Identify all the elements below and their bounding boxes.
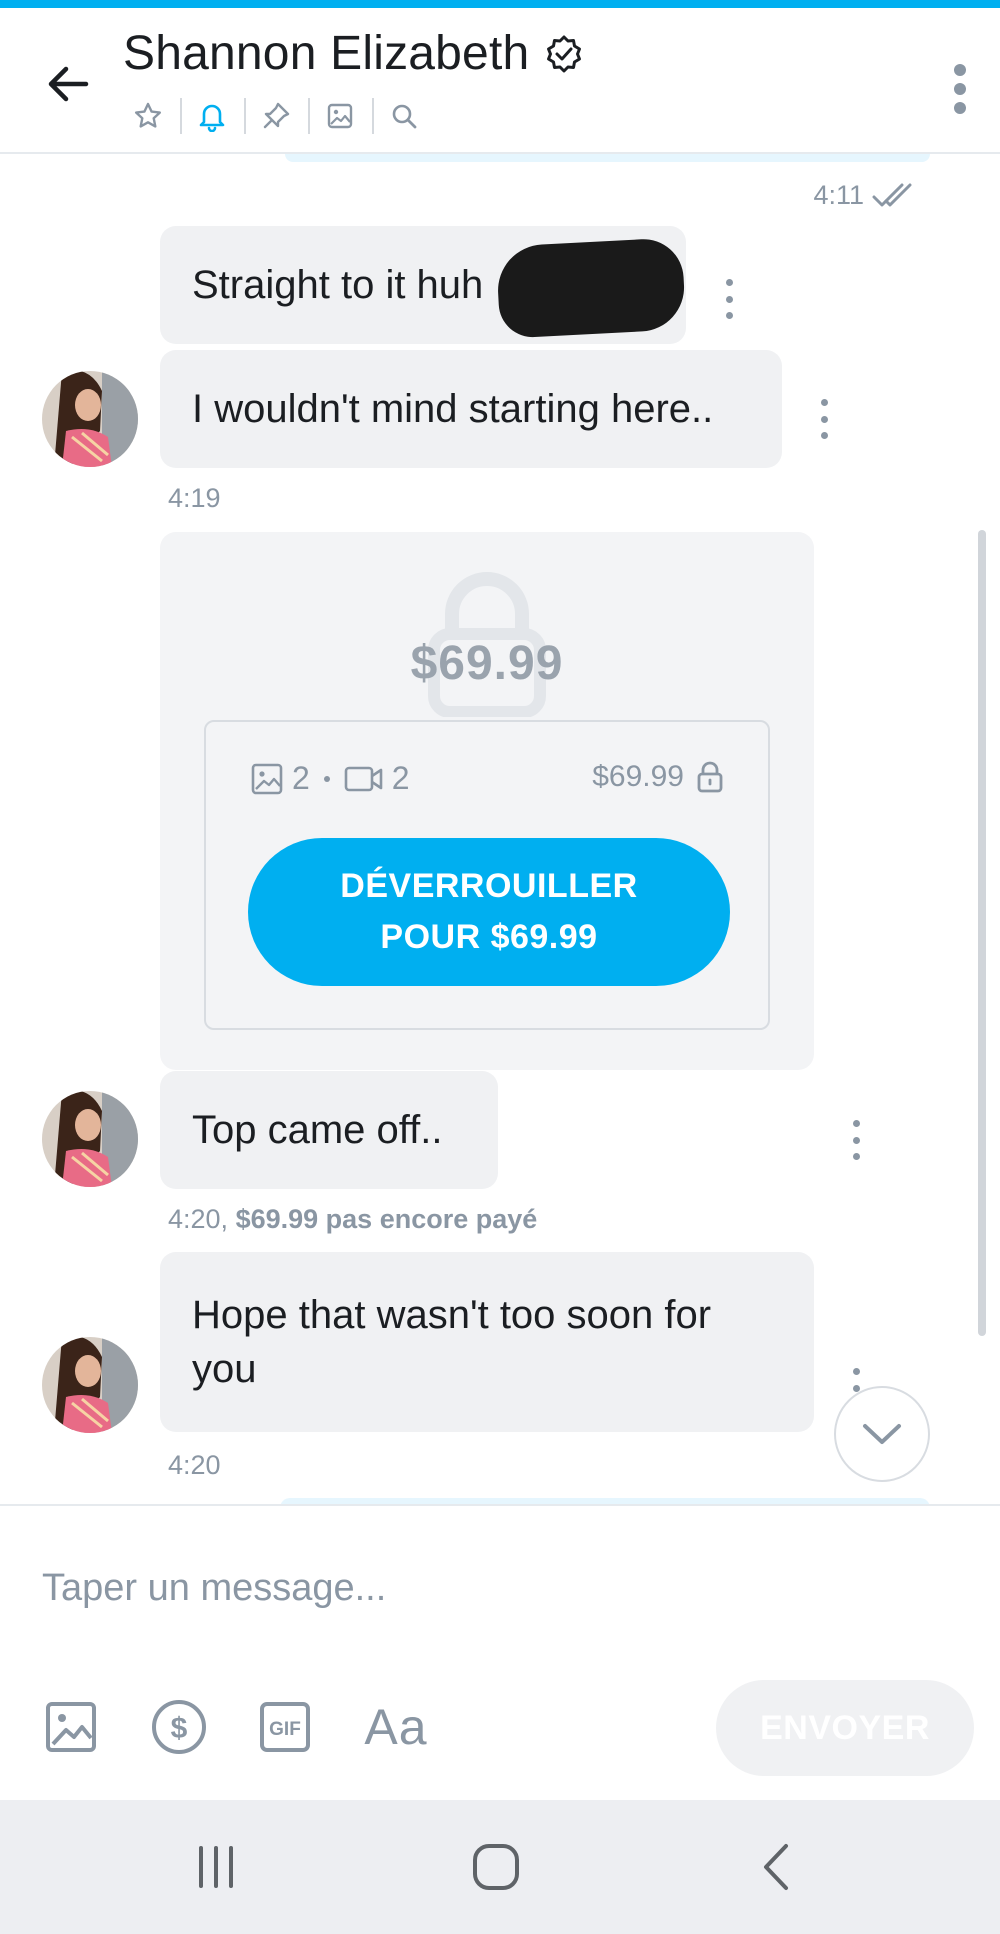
media-count: 2 2 bbox=[250, 760, 410, 797]
photo-count: 2 bbox=[292, 760, 310, 796]
sent-message-meta: 4:11 bbox=[813, 180, 922, 211]
arrow-left-icon bbox=[48, 66, 89, 102]
send-button[interactable]: ENVOYER bbox=[716, 1680, 974, 1776]
double-check-icon bbox=[872, 183, 912, 206]
bell-icon bbox=[199, 104, 225, 132]
pin-icon bbox=[263, 102, 290, 129]
recent-apps-icon bbox=[199, 1846, 233, 1888]
message-bubble[interactable]: I wouldn't mind starting here.. bbox=[160, 350, 782, 468]
unlock-label-line1: DÉVERROUILLER bbox=[340, 867, 638, 905]
locked-media-card: 2 2 $69.99 DÉVERROUILLER POUR $69.99 bbox=[204, 720, 770, 1030]
video-count: 2 bbox=[391, 760, 410, 796]
payment-status: $69.99 pas encore payé bbox=[235, 1204, 538, 1234]
lock-icon bbox=[697, 761, 723, 793]
message-list[interactable]: 4:11 Straight to it huh I wouldn't mind … bbox=[0, 154, 1000, 1504]
system-navigation-bar bbox=[0, 1800, 1000, 1934]
search-icon bbox=[392, 104, 417, 129]
message-time: 4:19 bbox=[168, 483, 221, 513]
locked-price-large: $69.99 bbox=[410, 637, 564, 690]
chat-header: Shannon Elizabeth bbox=[0, 8, 1000, 154]
message-bubble[interactable]: Top came off.. bbox=[160, 1071, 498, 1189]
avatar[interactable] bbox=[42, 1091, 138, 1187]
video-icon bbox=[344, 766, 383, 791]
search-button[interactable] bbox=[372, 92, 436, 140]
back-button[interactable] bbox=[40, 56, 96, 112]
home-button[interactable] bbox=[456, 1832, 536, 1902]
pin-button[interactable] bbox=[244, 92, 308, 140]
chevron-down-icon bbox=[863, 1424, 901, 1444]
gallery-icon bbox=[327, 103, 353, 129]
avatar[interactable] bbox=[42, 371, 138, 467]
message-text: Hope that wasn't too soon for you bbox=[192, 1293, 712, 1391]
message-bubble[interactable]: Hope that wasn't too soon for you bbox=[160, 1252, 814, 1432]
more-options-button[interactable] bbox=[940, 58, 980, 120]
recent-apps-button[interactable] bbox=[176, 1832, 256, 1902]
message-time-value: 4:20, bbox=[168, 1204, 229, 1234]
message-time: 4:20 bbox=[168, 1450, 221, 1480]
message-text: I wouldn't mind starting here.. bbox=[192, 387, 714, 431]
chevron-left-icon bbox=[764, 1844, 788, 1890]
title-row: Shannon Elizabeth bbox=[123, 26, 585, 81]
system-back-button[interactable] bbox=[736, 1832, 816, 1902]
message-options-icon[interactable] bbox=[723, 279, 735, 319]
svg-text:GIF: GIF bbox=[269, 1719, 301, 1740]
message-options-icon[interactable] bbox=[850, 1120, 862, 1160]
message-text: Straight to it huh bbox=[192, 263, 484, 307]
attach-image-button[interactable] bbox=[38, 1694, 104, 1760]
scrollbar[interactable] bbox=[978, 530, 986, 1336]
star-icon bbox=[135, 102, 161, 128]
message-composer: $ GIF Aa ENVOYER bbox=[0, 1504, 1000, 1800]
svg-text:$: $ bbox=[171, 1712, 188, 1745]
image-icon bbox=[251, 763, 283, 794]
verified-badge-icon bbox=[543, 33, 585, 75]
header-actions bbox=[116, 92, 436, 140]
sent-bubble-edge bbox=[285, 154, 930, 162]
top-accent-bar bbox=[0, 0, 1000, 8]
message-time: 4:20, $69.99 pas encore payé bbox=[168, 1204, 537, 1235]
gallery-button[interactable] bbox=[308, 92, 372, 140]
unlock-label-line2: POUR $69.99 bbox=[380, 918, 598, 956]
dollar-icon: $ bbox=[152, 1700, 206, 1754]
gif-icon: GIF bbox=[260, 1702, 310, 1752]
send-tip-button[interactable]: $ bbox=[146, 1694, 212, 1760]
avatar[interactable] bbox=[42, 1337, 138, 1433]
locked-price: $69.99 bbox=[592, 760, 724, 794]
locked-media-post: $69.99 2 2 $69.99 DÉVERROUILLER POUR $69… bbox=[160, 532, 814, 1070]
locked-price-text: $69.99 bbox=[592, 760, 684, 793]
text-format-icon: Aa bbox=[364, 1699, 428, 1755]
contact-name[interactable]: Shannon Elizabeth bbox=[123, 26, 529, 81]
more-vertical-icon bbox=[954, 64, 966, 76]
redaction-mark bbox=[495, 237, 687, 339]
home-icon bbox=[473, 1844, 519, 1890]
unlock-button[interactable]: DÉVERROUILLER POUR $69.99 bbox=[248, 838, 730, 986]
message-input[interactable] bbox=[42, 1558, 922, 1618]
message-options-icon[interactable] bbox=[818, 399, 830, 439]
notifications-button[interactable] bbox=[180, 92, 244, 140]
text-format-button[interactable]: Aa bbox=[356, 1694, 436, 1760]
image-icon bbox=[46, 1702, 96, 1752]
favorite-button[interactable] bbox=[116, 92, 180, 140]
gif-button[interactable]: GIF bbox=[252, 1694, 318, 1760]
message-text: Top came off.. bbox=[192, 1108, 443, 1152]
scroll-to-bottom-button[interactable] bbox=[834, 1386, 930, 1482]
sent-time: 4:11 bbox=[813, 180, 864, 210]
